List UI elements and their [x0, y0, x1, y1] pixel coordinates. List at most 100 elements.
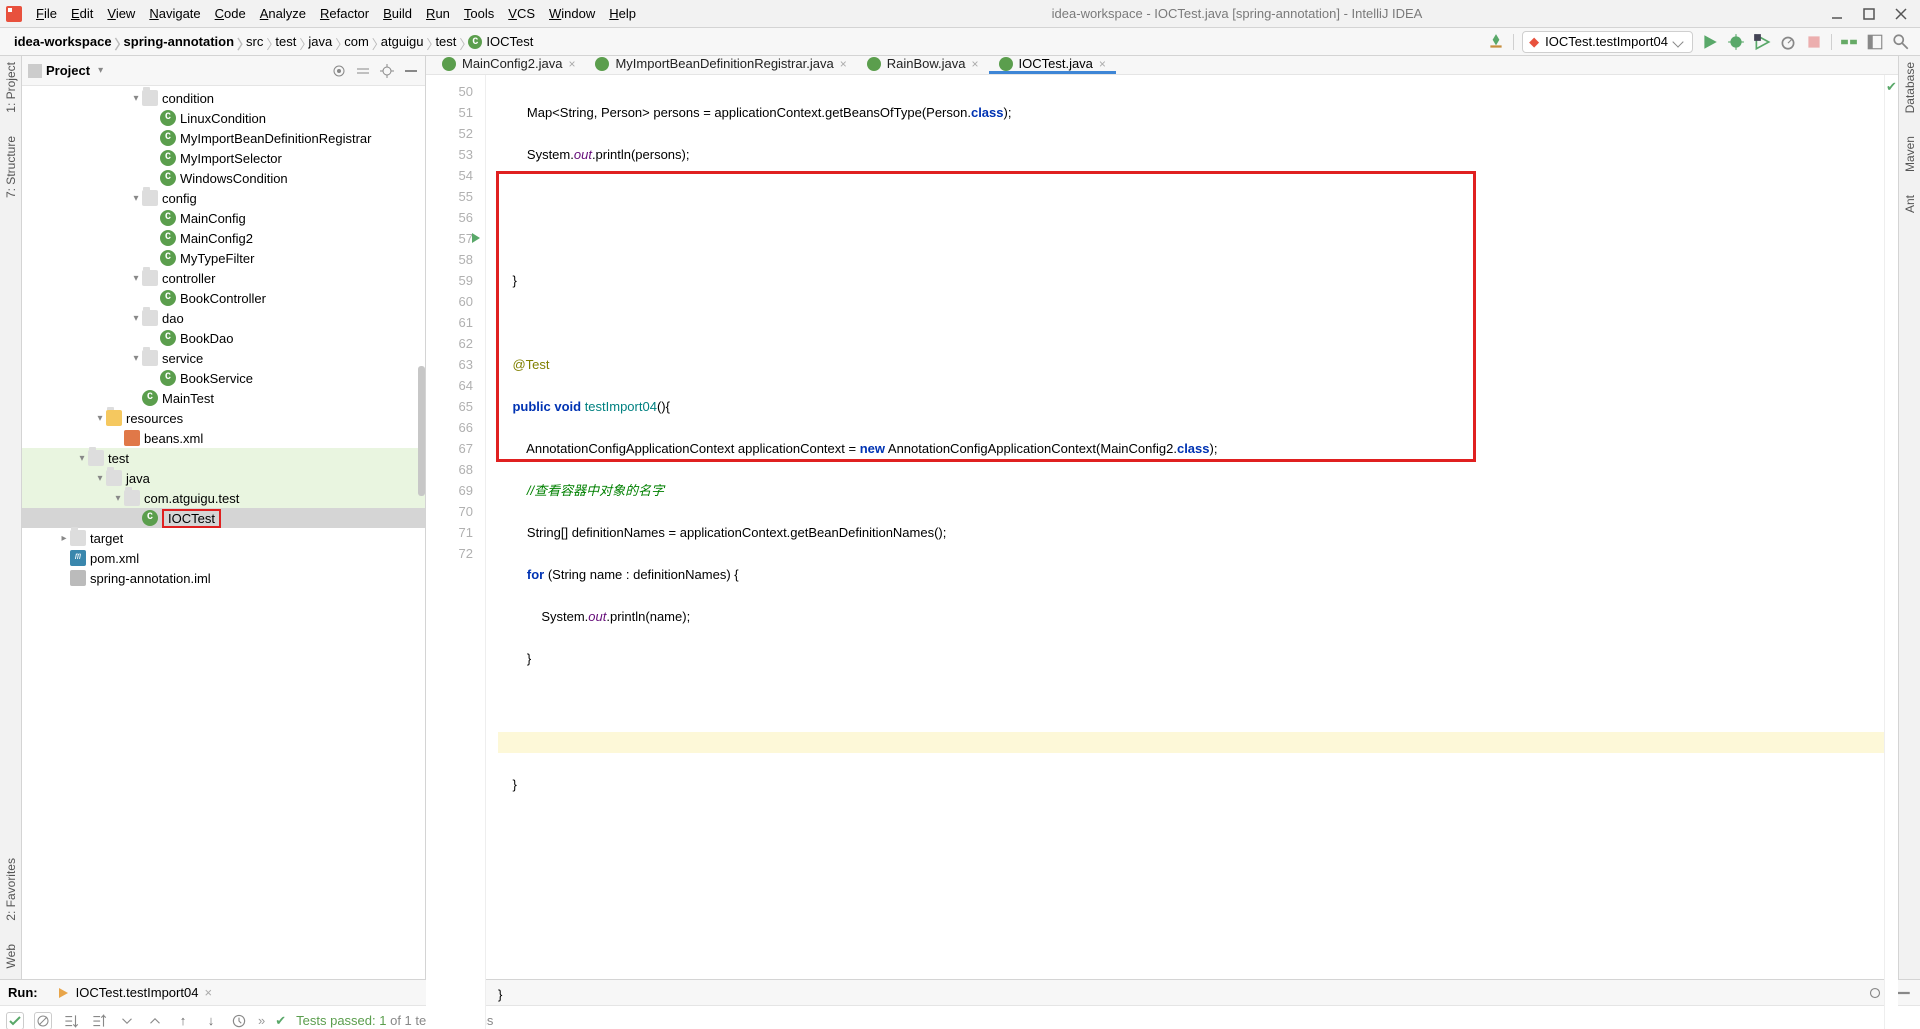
close-button[interactable]: [1894, 7, 1908, 21]
tree-item[interactable]: MyImportSelector: [22, 148, 425, 168]
expand-icon[interactable]: ▾: [130, 93, 142, 104]
editor-tab[interactable]: RainBow.java×: [857, 56, 989, 74]
tree-item[interactable]: ▾controller: [22, 268, 425, 288]
show-ignored-icon[interactable]: [34, 1012, 52, 1029]
strip-database[interactable]: Database: [1903, 62, 1917, 116]
line-number[interactable]: 54: [426, 165, 485, 186]
breadcrumb-item[interactable]: src: [242, 34, 271, 49]
line-number[interactable]: 69: [426, 480, 485, 501]
run-tool-config[interactable]: IOCTest.testImport04 ×: [50, 983, 218, 1002]
open-tool-button[interactable]: [1866, 33, 1884, 51]
line-number[interactable]: 58: [426, 249, 485, 270]
line-number[interactable]: 68: [426, 459, 485, 480]
line-number[interactable]: 65: [426, 396, 485, 417]
next-test-icon[interactable]: ↓: [202, 1012, 220, 1029]
menu-window[interactable]: Window: [543, 4, 601, 23]
strip-favorites[interactable]: 2: Favorites: [4, 858, 18, 924]
expand-icon[interactable]: ▾: [130, 353, 142, 364]
sort-az-icon[interactable]: [62, 1012, 80, 1029]
tree-item[interactable]: ▾config: [22, 188, 425, 208]
breadcrumb[interactable]: idea-workspacespring-annotationsrctestja…: [10, 34, 541, 50]
tree-item[interactable]: MainConfig: [22, 208, 425, 228]
menu-refactor[interactable]: Refactor: [314, 4, 375, 23]
tree-item[interactable]: BookDao: [22, 328, 425, 348]
expand-icon[interactable]: ▸: [58, 533, 70, 544]
breadcrumb-item[interactable]: java: [304, 34, 340, 49]
project-tree[interactable]: ▾conditionLinuxConditionMyImportBeanDefi…: [22, 86, 425, 590]
sort-za-icon[interactable]: [90, 1012, 108, 1029]
line-number[interactable]: 67: [426, 438, 485, 459]
line-number[interactable]: 63: [426, 354, 485, 375]
tree-item[interactable]: MyImportBeanDefinitionRegistrar: [22, 128, 425, 148]
select-opened-file-icon[interactable]: [331, 63, 347, 79]
breadcrumb-item[interactable]: IOCTest: [464, 34, 541, 50]
minimize-button[interactable]: [1830, 7, 1844, 21]
collapse-tests-icon[interactable]: [146, 1012, 164, 1029]
line-number[interactable]: 62: [426, 333, 485, 354]
code-editor[interactable]: Map<String, Person> persons = applicatio…: [486, 75, 1884, 1029]
tree-item[interactable]: MyTypeFilter: [22, 248, 425, 268]
menu-edit[interactable]: Edit: [65, 4, 99, 23]
tree-item[interactable]: spring-annotation.iml: [22, 568, 425, 588]
breadcrumb-item[interactable]: test: [431, 34, 464, 49]
strip-project[interactable]: 1: Project: [4, 62, 18, 116]
tree-item[interactable]: ▾test: [22, 448, 425, 468]
tree-item[interactable]: IOCTest: [22, 508, 425, 528]
line-number[interactable]: 72: [426, 543, 485, 564]
scrollbar-thumb[interactable]: [418, 366, 425, 496]
tree-item[interactable]: pom.xml: [22, 548, 425, 568]
line-number[interactable]: 52: [426, 123, 485, 144]
expand-icon[interactable]: ▾: [130, 193, 142, 204]
breadcrumb-item[interactable]: com: [340, 34, 377, 49]
editor-tab[interactable]: MyImportBeanDefinitionRegistrar.java×: [585, 56, 856, 74]
strip-web[interactable]: Web: [4, 944, 18, 971]
line-number[interactable]: 53: [426, 144, 485, 165]
editor-tab[interactable]: MainConfig2.java×: [432, 56, 585, 74]
line-number[interactable]: 55: [426, 186, 485, 207]
menu-navigate[interactable]: Navigate: [143, 4, 206, 23]
tree-item[interactable]: LinuxCondition: [22, 108, 425, 128]
editor-gutter[interactable]: 5051525354555657585960616263646566676869…: [426, 75, 486, 1029]
menu-run[interactable]: Run: [420, 4, 456, 23]
line-number[interactable]: 50: [426, 81, 485, 102]
menu-file[interactable]: File: [30, 4, 63, 23]
menu-vcs[interactable]: VCS: [502, 4, 541, 23]
tree-item[interactable]: ▾resources: [22, 408, 425, 428]
menu-view[interactable]: View: [101, 4, 141, 23]
strip-ant[interactable]: Ant: [1903, 195, 1917, 216]
line-number[interactable]: 60: [426, 291, 485, 312]
expand-icon[interactable]: ▾: [94, 473, 106, 484]
tree-item[interactable]: beans.xml: [22, 428, 425, 448]
breadcrumb-item[interactable]: atguigu: [377, 34, 432, 49]
tree-item[interactable]: ▸target: [22, 528, 425, 548]
expand-icon[interactable]: ▾: [76, 453, 88, 464]
profile-button[interactable]: [1779, 33, 1797, 51]
menu-help[interactable]: Help: [603, 4, 642, 23]
tree-item[interactable]: WindowsCondition: [22, 168, 425, 188]
close-tab-icon[interactable]: ×: [971, 57, 978, 71]
editor-tab[interactable]: IOCTest.java×: [989, 56, 1116, 74]
expand-icon[interactable]: ▾: [112, 493, 124, 504]
line-number[interactable]: 51: [426, 102, 485, 123]
close-tab-icon[interactable]: ×: [1099, 57, 1106, 71]
prev-test-icon[interactable]: ↑: [174, 1012, 192, 1029]
run-config-selector[interactable]: ◆ IOCTest.testImport04: [1522, 31, 1693, 53]
menu-code[interactable]: Code: [209, 4, 252, 23]
coverage-button[interactable]: [1753, 33, 1771, 51]
tree-item[interactable]: MainConfig2: [22, 228, 425, 248]
debug-button[interactable]: [1727, 33, 1745, 51]
expand-icon[interactable]: ▾: [130, 273, 142, 284]
menu-analyze[interactable]: Analyze: [254, 4, 312, 23]
close-tab-icon[interactable]: ×: [568, 57, 575, 71]
breadcrumb-item[interactable]: test: [271, 34, 304, 49]
tree-item[interactable]: ▾dao: [22, 308, 425, 328]
gear-icon[interactable]: [379, 63, 395, 79]
expand-icon[interactable]: ▾: [130, 313, 142, 324]
line-number[interactable]: 56: [426, 207, 485, 228]
breadcrumb-item[interactable]: spring-annotation: [120, 34, 243, 49]
search-everywhere-button[interactable]: [1892, 33, 1910, 51]
tree-item[interactable]: ▾java: [22, 468, 425, 488]
expand-all-icon[interactable]: [355, 63, 371, 79]
test-history-icon[interactable]: [230, 1012, 248, 1029]
menu-build[interactable]: Build: [377, 4, 418, 23]
